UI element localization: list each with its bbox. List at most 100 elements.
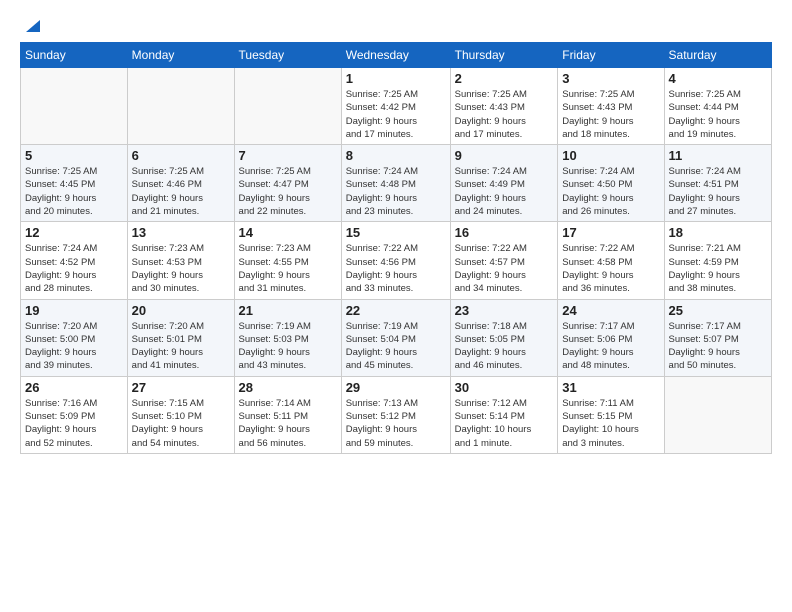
day-info: Sunrise: 7:21 AM Sunset: 4:59 PM Dayligh… (669, 242, 767, 295)
calendar-cell (664, 376, 771, 453)
day-number: 18 (669, 225, 767, 240)
day-info: Sunrise: 7:11 AM Sunset: 5:15 PM Dayligh… (562, 397, 659, 450)
header (20, 16, 772, 34)
day-number: 21 (239, 303, 337, 318)
calendar-cell: 20 Sunrise: 7:20 AM Sunset: 5:01 PM Dayli… (127, 299, 234, 376)
calendar-cell: 2 Sunrise: 7:25 AM Sunset: 4:43 PM Daylig… (450, 68, 558, 145)
day-number: 25 (669, 303, 767, 318)
calendar-cell: 27 Sunrise: 7:15 AM Sunset: 5:10 PM Dayli… (127, 376, 234, 453)
calendar-cell: 30 Sunrise: 7:12 AM Sunset: 5:14 PM Dayli… (450, 376, 558, 453)
day-info: Sunrise: 7:25 AM Sunset: 4:46 PM Dayligh… (132, 165, 230, 218)
day-info: Sunrise: 7:15 AM Sunset: 5:10 PM Dayligh… (132, 397, 230, 450)
calendar-cell: 4Sunrise: 7:25 AM Sunset: 4:44 PM Daylig… (664, 68, 771, 145)
day-info: Sunrise: 7:20 AM Sunset: 5:00 PM Dayligh… (25, 320, 123, 373)
day-info: Sunrise: 7:24 AM Sunset: 4:50 PM Dayligh… (562, 165, 659, 218)
day-number: 7 (239, 148, 337, 163)
calendar-cell: 28 Sunrise: 7:14 AM Sunset: 5:11 PM Dayli… (234, 376, 341, 453)
day-info: Sunrise: 7:22 AM Sunset: 4:57 PM Dayligh… (455, 242, 554, 295)
calendar-cell: 12Sunrise: 7:24 AM Sunset: 4:52 PM Dayli… (21, 222, 128, 299)
calendar-week-row: 12Sunrise: 7:24 AM Sunset: 4:52 PM Dayli… (21, 222, 772, 299)
day-number: 24 (562, 303, 659, 318)
day-number: 13 (132, 225, 230, 240)
calendar-table: SundayMondayTuesdayWednesdayThursdayFrid… (20, 42, 772, 454)
day-info: Sunrise: 7:22 AM Sunset: 4:56 PM Dayligh… (346, 242, 446, 295)
logo (20, 16, 40, 34)
day-number: 20 (132, 303, 230, 318)
day-info: Sunrise: 7:25 AM Sunset: 4:45 PM Dayligh… (25, 165, 123, 218)
calendar-cell (234, 68, 341, 145)
calendar-cell: 7 Sunrise: 7:25 AM Sunset: 4:47 PM Daylig… (234, 145, 341, 222)
calendar-week-row: 1 Sunrise: 7:25 AM Sunset: 4:42 PM Daylig… (21, 68, 772, 145)
day-info: Sunrise: 7:22 AM Sunset: 4:58 PM Dayligh… (562, 242, 659, 295)
day-info: Sunrise: 7:24 AM Sunset: 4:51 PM Dayligh… (669, 165, 767, 218)
calendar-cell (21, 68, 128, 145)
calendar-cell: 29Sunrise: 7:13 AM Sunset: 5:12 PM Dayli… (341, 376, 450, 453)
day-number: 1 (346, 71, 446, 86)
calendar-cell: 15 Sunrise: 7:22 AM Sunset: 4:56 PM Dayli… (341, 222, 450, 299)
day-info: Sunrise: 7:25 AM Sunset: 4:43 PM Dayligh… (562, 88, 659, 141)
weekday-header-tuesday: Tuesday (234, 43, 341, 68)
day-number: 6 (132, 148, 230, 163)
calendar-cell (127, 68, 234, 145)
day-info: Sunrise: 7:16 AM Sunset: 5:09 PM Dayligh… (25, 397, 123, 450)
calendar-week-row: 5 Sunrise: 7:25 AM Sunset: 4:45 PM Daylig… (21, 145, 772, 222)
day-number: 27 (132, 380, 230, 395)
day-number: 8 (346, 148, 446, 163)
calendar-cell: 16 Sunrise: 7:22 AM Sunset: 4:57 PM Dayli… (450, 222, 558, 299)
day-number: 2 (455, 71, 554, 86)
calendar-cell: 1 Sunrise: 7:25 AM Sunset: 4:42 PM Daylig… (341, 68, 450, 145)
calendar-cell: 17 Sunrise: 7:22 AM Sunset: 4:58 PM Dayli… (558, 222, 664, 299)
day-number: 12 (25, 225, 123, 240)
calendar-week-row: 19 Sunrise: 7:20 AM Sunset: 5:00 PM Dayli… (21, 299, 772, 376)
day-number: 17 (562, 225, 659, 240)
day-number: 16 (455, 225, 554, 240)
day-info: Sunrise: 7:24 AM Sunset: 4:49 PM Dayligh… (455, 165, 554, 218)
weekday-header-wednesday: Wednesday (341, 43, 450, 68)
calendar-cell: 11Sunrise: 7:24 AM Sunset: 4:51 PM Dayli… (664, 145, 771, 222)
day-number: 5 (25, 148, 123, 163)
day-info: Sunrise: 7:19 AM Sunset: 5:04 PM Dayligh… (346, 320, 446, 373)
weekday-header-row: SundayMondayTuesdayWednesdayThursdayFrid… (21, 43, 772, 68)
day-info: Sunrise: 7:23 AM Sunset: 4:53 PM Dayligh… (132, 242, 230, 295)
weekday-header-sunday: Sunday (21, 43, 128, 68)
day-info: Sunrise: 7:24 AM Sunset: 4:48 PM Dayligh… (346, 165, 446, 218)
day-number: 22 (346, 303, 446, 318)
day-info: Sunrise: 7:25 AM Sunset: 4:42 PM Dayligh… (346, 88, 446, 141)
day-number: 10 (562, 148, 659, 163)
day-info: Sunrise: 7:25 AM Sunset: 4:47 PM Dayligh… (239, 165, 337, 218)
day-info: Sunrise: 7:12 AM Sunset: 5:14 PM Dayligh… (455, 397, 554, 450)
calendar-cell: 10 Sunrise: 7:24 AM Sunset: 4:50 PM Dayli… (558, 145, 664, 222)
calendar-cell: 14 Sunrise: 7:23 AM Sunset: 4:55 PM Dayli… (234, 222, 341, 299)
day-info: Sunrise: 7:19 AM Sunset: 5:03 PM Dayligh… (239, 320, 337, 373)
day-info: Sunrise: 7:17 AM Sunset: 5:06 PM Dayligh… (562, 320, 659, 373)
logo-triangle-icon (22, 16, 40, 34)
day-number: 31 (562, 380, 659, 395)
calendar-cell: 18 Sunrise: 7:21 AM Sunset: 4:59 PM Dayli… (664, 222, 771, 299)
calendar-cell: 8 Sunrise: 7:24 AM Sunset: 4:48 PM Daylig… (341, 145, 450, 222)
day-number: 3 (562, 71, 659, 86)
weekday-header-thursday: Thursday (450, 43, 558, 68)
day-number: 30 (455, 380, 554, 395)
day-info: Sunrise: 7:13 AM Sunset: 5:12 PM Dayligh… (346, 397, 446, 450)
calendar-cell: 6 Sunrise: 7:25 AM Sunset: 4:46 PM Daylig… (127, 145, 234, 222)
day-info: Sunrise: 7:25 AM Sunset: 4:44 PM Dayligh… (669, 88, 767, 141)
calendar-cell: 24 Sunrise: 7:17 AM Sunset: 5:06 PM Dayli… (558, 299, 664, 376)
calendar-cell: 21 Sunrise: 7:19 AM Sunset: 5:03 PM Dayli… (234, 299, 341, 376)
page: SundayMondayTuesdayWednesdayThursdayFrid… (0, 0, 792, 612)
calendar-cell: 3 Sunrise: 7:25 AM Sunset: 4:43 PM Daylig… (558, 68, 664, 145)
day-number: 9 (455, 148, 554, 163)
calendar-cell: 9 Sunrise: 7:24 AM Sunset: 4:49 PM Daylig… (450, 145, 558, 222)
day-number: 28 (239, 380, 337, 395)
day-info: Sunrise: 7:20 AM Sunset: 5:01 PM Dayligh… (132, 320, 230, 373)
day-info: Sunrise: 7:23 AM Sunset: 4:55 PM Dayligh… (239, 242, 337, 295)
day-number: 15 (346, 225, 446, 240)
day-number: 19 (25, 303, 123, 318)
calendar-week-row: 26Sunrise: 7:16 AM Sunset: 5:09 PM Dayli… (21, 376, 772, 453)
calendar-cell: 25Sunrise: 7:17 AM Sunset: 5:07 PM Dayli… (664, 299, 771, 376)
day-info: Sunrise: 7:14 AM Sunset: 5:11 PM Dayligh… (239, 397, 337, 450)
calendar-cell: 22 Sunrise: 7:19 AM Sunset: 5:04 PM Dayli… (341, 299, 450, 376)
day-info: Sunrise: 7:25 AM Sunset: 4:43 PM Dayligh… (455, 88, 554, 141)
weekday-header-monday: Monday (127, 43, 234, 68)
day-number: 14 (239, 225, 337, 240)
calendar-cell: 31 Sunrise: 7:11 AM Sunset: 5:15 PM Dayli… (558, 376, 664, 453)
